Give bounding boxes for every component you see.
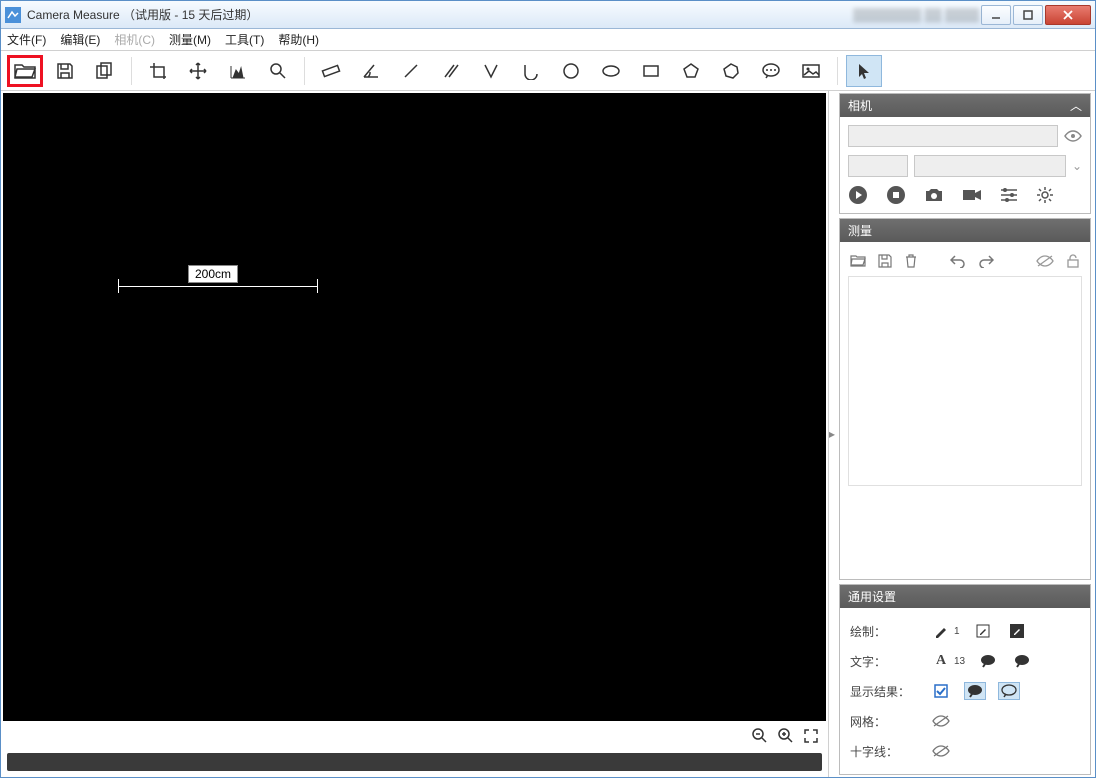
angle-button[interactable]	[353, 55, 389, 87]
general-settings-title: 通用设置	[848, 588, 896, 605]
menu-tools[interactable]: 工具(T)	[225, 31, 264, 48]
fullscreen-button[interactable]	[804, 729, 818, 743]
comment-filled-button[interactable]	[977, 652, 999, 670]
zoom-in-button[interactable]	[778, 728, 794, 744]
menu-measure[interactable]: 测量(M)	[169, 31, 211, 48]
horizontal-scrollbar[interactable]	[7, 753, 822, 771]
window-buttons	[979, 5, 1091, 25]
minimize-button[interactable]	[981, 5, 1011, 25]
pentagon-button[interactable]	[673, 55, 709, 87]
separator	[131, 57, 132, 85]
show-result-checkbox[interactable]	[930, 682, 952, 700]
resolution-select-2[interactable]	[914, 155, 1066, 177]
app-icon	[5, 7, 21, 23]
titlebar: Camera Measure （试用版 - 15 天后过期） ████████ …	[1, 1, 1095, 29]
measurement-list[interactable]	[848, 276, 1082, 486]
canvas[interactable]: 200cm	[3, 93, 826, 721]
canvas-column: 200cm	[1, 91, 829, 777]
grid-label: 网格：	[850, 713, 920, 730]
maximize-button[interactable]	[1013, 5, 1043, 25]
eye-icon[interactable]	[1064, 129, 1082, 143]
color-button[interactable]	[1006, 622, 1028, 640]
menu-help[interactable]: 帮助(H)	[278, 31, 319, 48]
line-button[interactable]	[393, 55, 429, 87]
ellipse-button[interactable]	[593, 55, 629, 87]
menu-camera[interactable]: 相机(C)	[114, 31, 155, 48]
move-button[interactable]	[180, 55, 216, 87]
pen-button[interactable]	[930, 622, 952, 640]
canvas-toolbar	[1, 723, 828, 749]
undo-button[interactable]	[950, 254, 966, 268]
menubar: 文件(F) 编辑(E) 相机(C) 测量(M) 工具(T) 帮助(H)	[1, 29, 1095, 51]
pen-size: 1	[954, 626, 960, 637]
camera-select[interactable]	[848, 125, 1058, 147]
lock-toggle[interactable]	[1066, 254, 1080, 268]
zoom-out-button[interactable]	[752, 728, 768, 744]
app-window: Camera Measure （试用版 - 15 天后过期） ████████ …	[0, 0, 1096, 778]
rectangle-button[interactable]	[633, 55, 669, 87]
open-button[interactable]	[7, 55, 43, 87]
crop-button[interactable]	[140, 55, 176, 87]
play-button[interactable]	[848, 185, 868, 205]
measure-panel-title: 测量	[848, 222, 872, 239]
main-body: 200cm ▸ 相机 ︿	[1, 91, 1095, 777]
camera-panel: 相机 ︿ ⌄	[839, 93, 1091, 214]
measure-panel: 测量	[839, 218, 1091, 580]
polyline-button[interactable]	[473, 55, 509, 87]
close-button[interactable]	[1045, 5, 1091, 25]
polygon-button[interactable]	[713, 55, 749, 87]
sidebar: 相机 ︿ ⌄	[835, 91, 1095, 777]
ruler-button[interactable]	[313, 55, 349, 87]
pointer-button[interactable]	[846, 55, 882, 87]
font-size: 13	[954, 656, 965, 667]
save-button[interactable]	[47, 55, 83, 87]
resolution-select-1[interactable]	[848, 155, 908, 177]
result-style-outline[interactable]	[998, 682, 1020, 700]
result-style-filled[interactable]	[964, 682, 986, 700]
zoom-button[interactable]	[260, 55, 296, 87]
save-measure-button[interactable]	[878, 254, 892, 268]
window-title: Camera Measure （试用版 - 15 天后过期）	[27, 6, 833, 23]
histogram-button[interactable]	[220, 55, 256, 87]
measurement-label[interactable]: 200cm	[188, 265, 238, 283]
camera-panel-title: 相机	[848, 97, 872, 114]
toolbar	[1, 51, 1095, 91]
annotation-button[interactable]	[753, 55, 789, 87]
measure-panel-header[interactable]: 测量	[840, 219, 1090, 242]
settings-button[interactable]	[1036, 186, 1054, 204]
crosshair-toggle[interactable]	[930, 742, 952, 760]
edit-button[interactable]	[972, 622, 994, 640]
separator	[837, 57, 838, 85]
image-button[interactable]	[793, 55, 829, 87]
separator	[304, 57, 305, 85]
menu-file[interactable]: 文件(F)	[7, 31, 46, 48]
general-settings-panel: 通用设置 绘制： 1 文字：	[839, 584, 1091, 775]
arc-button[interactable]	[513, 55, 549, 87]
visibility-toggle[interactable]	[1036, 254, 1054, 268]
delete-measure-button[interactable]	[904, 254, 918, 268]
show-result-label: 显示结果：	[850, 683, 920, 700]
expand-icon[interactable]: ⌄	[1072, 159, 1082, 173]
blurred-text: ████████ ██ ████	[853, 8, 979, 22]
parallel-lines-button[interactable]	[433, 55, 469, 87]
grid-toggle[interactable]	[930, 712, 952, 730]
stop-button[interactable]	[886, 185, 906, 205]
record-button[interactable]	[962, 187, 982, 203]
collapse-icon[interactable]: ︿	[1070, 97, 1082, 114]
crosshair-label: 十字线：	[850, 743, 920, 760]
sliders-button[interactable]	[1000, 187, 1018, 203]
draw-label: 绘制：	[850, 623, 920, 640]
snapshot-button[interactable]	[924, 186, 944, 204]
general-settings-header[interactable]: 通用设置	[840, 585, 1090, 608]
copy-button[interactable]	[87, 55, 123, 87]
open-measure-button[interactable]	[850, 254, 866, 268]
font-button[interactable]: A	[930, 652, 952, 670]
text-label: 文字：	[850, 653, 920, 670]
redo-button[interactable]	[978, 254, 994, 268]
circle-button[interactable]	[553, 55, 589, 87]
camera-panel-header[interactable]: 相机 ︿	[840, 94, 1090, 117]
menu-edit[interactable]: 编辑(E)	[60, 31, 100, 48]
comment-bold-button[interactable]	[1011, 652, 1033, 670]
